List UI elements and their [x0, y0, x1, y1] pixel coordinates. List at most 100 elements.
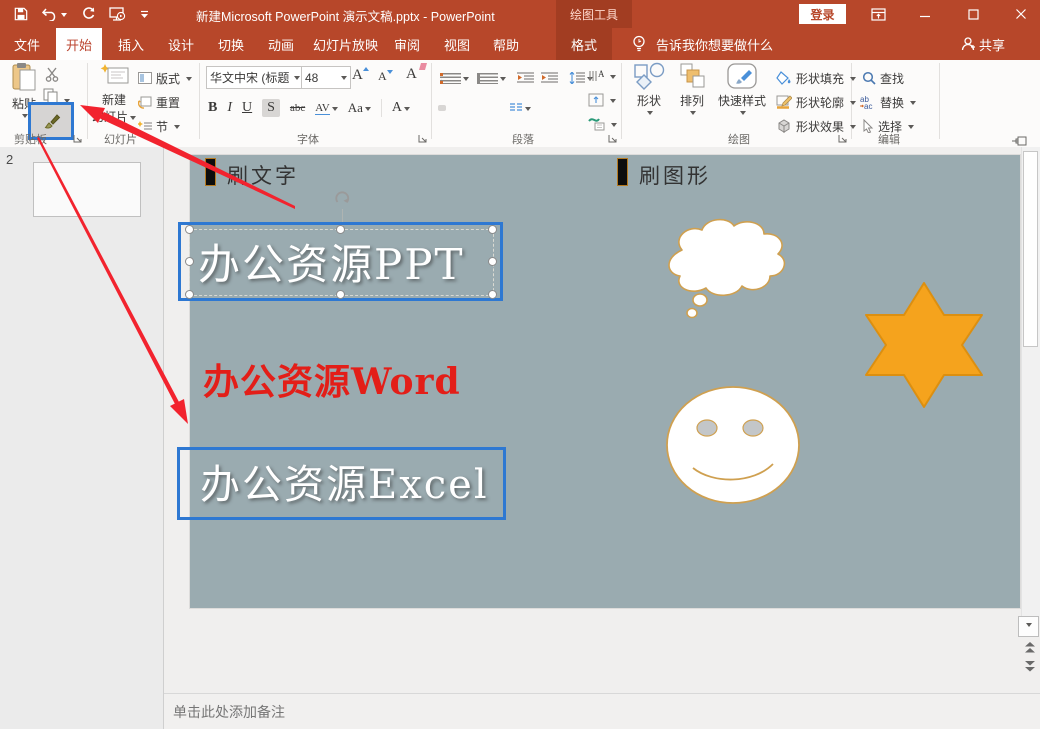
selection-handle-bottom-left[interactable]	[185, 290, 194, 299]
slide-thumbnail[interactable]	[33, 162, 141, 217]
align-right-button[interactable]	[464, 105, 472, 111]
layout-button[interactable]: 版式	[138, 68, 192, 88]
share-button[interactable]: 共享	[975, 28, 1009, 60]
tab-slide-show[interactable]: 幻灯片放映	[303, 28, 388, 60]
quick-styles-button[interactable]: 快速样式	[712, 62, 772, 116]
font-color-button[interactable]: A	[392, 100, 410, 116]
strikethrough-button[interactable]: abc	[290, 102, 305, 114]
paragraph-dialog-launcher[interactable]	[608, 134, 618, 144]
font-size-caret[interactable]	[341, 76, 347, 83]
decrease-indent-icon[interactable]	[517, 72, 534, 84]
quick-styles-dropdown-caret[interactable]	[740, 111, 746, 118]
character-spacing-caret[interactable]	[332, 107, 338, 114]
section-dropdown-caret[interactable]	[174, 125, 180, 132]
numbering-button[interactable]	[477, 73, 506, 84]
tab-review[interactable]: 审阅	[384, 28, 430, 60]
shape-effects-button[interactable]: 形状效果	[776, 116, 856, 136]
selection-handle-bottom-center[interactable]	[336, 290, 345, 299]
tab-help[interactable]: 帮助	[483, 28, 529, 60]
shape-fill-caret[interactable]	[850, 77, 856, 84]
tab-file[interactable]: 文件	[4, 28, 50, 60]
notes-placeholder[interactable]: 单击此处添加备注	[173, 702, 285, 722]
bullets-caret[interactable]	[463, 77, 469, 84]
shapes-dropdown-caret[interactable]	[647, 111, 653, 118]
ribbon-display-options-icon[interactable]	[861, 0, 895, 28]
selection-handle-top-left[interactable]	[185, 225, 194, 234]
vertical-scrollbar-thumb[interactable]	[1023, 151, 1038, 347]
character-spacing-button[interactable]: AV	[315, 102, 337, 115]
tab-insert[interactable]: 插入	[108, 28, 154, 60]
arrange-dropdown-caret[interactable]	[690, 111, 696, 118]
change-case-caret[interactable]	[365, 107, 371, 114]
start-slideshow-icon[interactable]	[109, 0, 126, 28]
font-dialog-launcher[interactable]	[418, 134, 428, 144]
thought-bubble-shape[interactable]	[648, 216, 798, 328]
text-shadow-button-active[interactable]: S	[262, 99, 280, 117]
redo-icon[interactable]	[81, 0, 95, 28]
slide-right-heading[interactable]: 刷图形	[639, 160, 711, 190]
font-size-combobox[interactable]: 48	[301, 66, 351, 89]
undo-button[interactable]	[42, 0, 67, 28]
shape-outline-button[interactable]: 形状轮廓	[776, 92, 856, 112]
arrange-button[interactable]: 排列	[672, 62, 712, 116]
change-case-button[interactable]: Aa	[348, 100, 371, 116]
left-heading-bar[interactable]	[205, 158, 216, 186]
clipboard-dialog-launcher[interactable]	[73, 134, 83, 144]
scroll-down-button[interactable]	[1018, 616, 1039, 637]
customize-qat-caret[interactable]	[140, 0, 149, 28]
smiley-face-shape[interactable]	[663, 384, 803, 506]
italic-button[interactable]: I	[227, 100, 232, 116]
selection-handle-top-center[interactable]	[336, 225, 345, 234]
right-heading-bar[interactable]	[617, 158, 628, 186]
previous-slide-button[interactable]	[1024, 641, 1036, 654]
reset-button[interactable]: 重置	[138, 92, 180, 112]
tab-view[interactable]: 视图	[434, 28, 480, 60]
selection-handle-middle-left[interactable]	[185, 257, 194, 266]
convert-smartart-caret[interactable]	[611, 123, 617, 130]
columns-caret[interactable]	[525, 107, 531, 114]
columns-button[interactable]	[509, 102, 531, 114]
grow-font-button[interactable]: A	[352, 67, 369, 84]
word-text[interactable]: 办公资源Word	[203, 353, 461, 405]
find-button[interactable]: 查找	[862, 68, 904, 88]
selection-handle-bottom-right[interactable]	[488, 290, 497, 299]
tell-me-box[interactable]: 告诉我你想要做什么	[646, 28, 783, 60]
tab-format[interactable]: 格式	[556, 28, 612, 60]
notes-pane[interactable]: 单击此处添加备注	[164, 693, 1040, 729]
close-button[interactable]	[1004, 0, 1038, 28]
selection-handle-top-right[interactable]	[488, 225, 497, 234]
layout-dropdown-caret[interactable]	[186, 77, 192, 84]
undo-dropdown-caret[interactable]	[61, 13, 67, 20]
tab-transitions[interactable]: 切换	[208, 28, 254, 60]
align-text-button[interactable]	[588, 90, 616, 110]
cut-icon[interactable]	[45, 67, 61, 82]
save-icon[interactable]	[14, 0, 28, 28]
rotate-handle-icon[interactable]	[333, 190, 352, 209]
maximize-button[interactable]	[956, 0, 990, 28]
font-color-caret[interactable]	[404, 107, 410, 114]
minimize-button[interactable]	[908, 0, 942, 28]
ppt-textbox-text[interactable]: 办公资源PPT	[198, 231, 465, 292]
distribute-text-button[interactable]	[490, 105, 498, 111]
underline-button[interactable]: U	[242, 100, 252, 116]
tab-animations[interactable]: 动画	[258, 28, 304, 60]
replace-caret[interactable]	[910, 101, 916, 108]
selection-handle-middle-right[interactable]	[488, 257, 497, 266]
six-point-star-shape[interactable]	[858, 281, 990, 409]
excel-textbox-text[interactable]: 办公资源Excel	[200, 452, 489, 510]
bold-button[interactable]: B	[208, 100, 217, 116]
select-caret[interactable]	[908, 125, 914, 132]
tab-home[interactable]: 开始	[56, 28, 102, 60]
replace-button[interactable]: abac 替换	[860, 92, 916, 112]
align-text-caret[interactable]	[610, 99, 616, 106]
tab-design[interactable]: 设计	[158, 28, 204, 60]
numbering-caret[interactable]	[500, 77, 506, 84]
bullets-button[interactable]	[440, 73, 469, 84]
clear-formatting-button[interactable]: A	[406, 66, 427, 83]
align-left-button-active[interactable]	[438, 105, 446, 111]
convert-smartart-button[interactable]	[588, 114, 617, 134]
new-slide-dropdown-caret[interactable]	[130, 116, 136, 123]
sign-in-button[interactable]: 登录	[799, 4, 846, 24]
align-center-button[interactable]	[451, 105, 459, 111]
justify-button[interactable]	[477, 105, 485, 111]
